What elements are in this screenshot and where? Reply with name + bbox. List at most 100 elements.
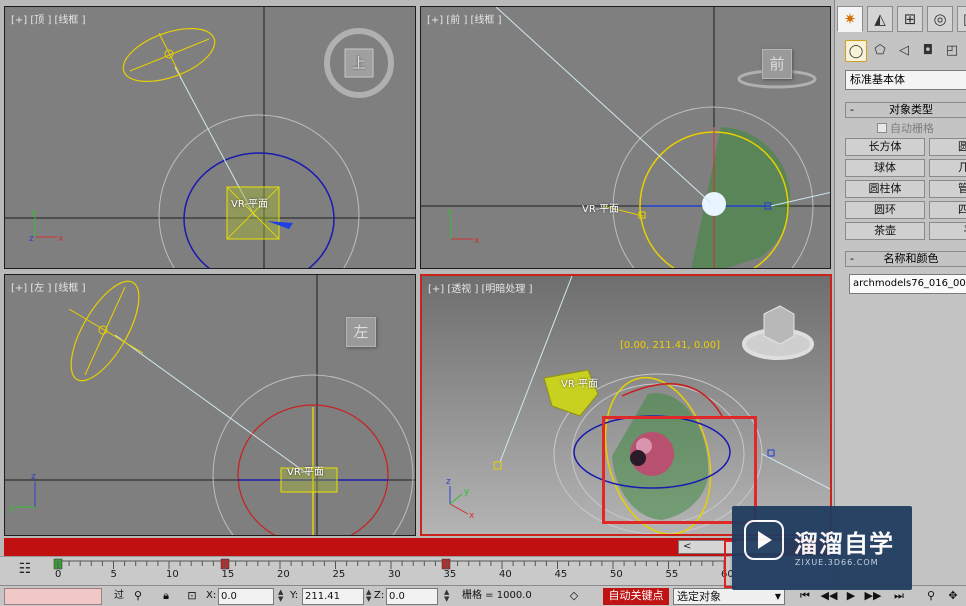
viewport-left[interactable]: z y [+] [左 ] [线框 ] VR-平面 左 [4, 274, 416, 536]
object-type-button[interactable]: 几何 [929, 159, 966, 177]
selection-set-dropdown[interactable]: 选定对象 ▼ [673, 588, 785, 605]
front-navcube[interactable]: 前 [762, 49, 792, 79]
svg-text:y: y [464, 487, 470, 497]
svg-text:z: z [446, 477, 451, 487]
selection-set-value: 选定对象 [677, 590, 721, 603]
left-navcube[interactable]: 左 [346, 317, 376, 347]
viewport-front[interactable]: z x [+] [前 ] [线框 ] VR-平面 前 [420, 6, 831, 269]
display-tab-icon[interactable]: ▣ [957, 6, 966, 32]
grid-size-readout: 栅格 = 1000.0 [462, 590, 532, 601]
command-panel: ✷ ◭ ⊞ ◎ ▣ ◯ ⬠ ◁ ◘ ◰ 标准基本体 - 对象类型 自动栅格 长方… [834, 0, 966, 585]
object-type-rollout-header[interactable]: - 对象类型 [845, 102, 966, 118]
go-to-start-icon[interactable]: ⏮ [796, 588, 814, 605]
viewport-perspective-label[interactable]: [+] [透视 ] [明暗处理 ] [428, 280, 533, 295]
trackbar-tick-label: 20 [277, 569, 290, 580]
shapes-icon[interactable]: ⬠ [869, 40, 891, 62]
trackbar-tick-label: 0 [55, 569, 62, 580]
object-type-title: 对象类型 [889, 103, 933, 116]
object-type-button[interactable]: 圆锥 [929, 138, 966, 156]
object-type-button[interactable]: 管状 [929, 180, 966, 198]
viewport-top-label[interactable]: [+] [顶 ] [线框 ] [11, 11, 86, 26]
name-color-rollout-header[interactable]: - 名称和颜色 [845, 251, 966, 267]
zoom-icon[interactable]: ⚲ [922, 588, 940, 605]
object-type-button[interactable]: 圆柱体 [845, 180, 925, 198]
watermark-title: 溜溜自学 [794, 530, 894, 558]
command-panel-tabs: ✷ ◭ ⊞ ◎ ▣ [837, 6, 966, 34]
trackbar-tick-label: 40 [499, 569, 512, 580]
trackbar-tick-label: 10 [166, 569, 179, 580]
top-navcube-label[interactable]: 上 [352, 53, 366, 73]
trackbar-tick-label: 35 [443, 569, 457, 580]
y-coord-label: Y: [290, 590, 299, 601]
viewport-left-label[interactable]: [+] [左 ] [线框 ] [11, 279, 86, 294]
perspective-object-label: VR-平面 [561, 379, 598, 390]
create-category-row: ◯ ⬠ ◁ ◘ ◰ [843, 40, 966, 64]
filter-label: 过 [114, 590, 124, 601]
play-icon[interactable]: ▶ [842, 588, 860, 605]
z-coord-spinner[interactable]: ▲ ▼ [444, 589, 451, 604]
viewport-front-label[interactable]: [+] [前 ] [线框 ] [427, 11, 502, 26]
viewport-perspective[interactable]: z x y [+] [透视 ] [明暗处理 ] [0.00, 211.41, 0… [420, 274, 832, 536]
trackbar-tick-label: 55 [665, 569, 679, 580]
viewport-top[interactable]: y z x [+] [顶 ] [线框 ] VR-平面 上 [4, 6, 416, 269]
pin-icon[interactable]: ⚲ [130, 588, 146, 605]
track-bar[interactable]: ☷ 0 5 10 15 20 25 30 35 40 45 50 55 60 [0, 556, 734, 586]
cameras-icon[interactable]: ◘ [917, 40, 939, 62]
autogrid-checkbox[interactable]: 自动栅格 [877, 120, 934, 136]
helpers-icon[interactable]: ◰ [941, 40, 963, 62]
object-type-button[interactable]: 四棱 [929, 201, 966, 219]
trackbar-tick-label: 30 [388, 569, 401, 580]
left-viewport-scene: z y [5, 275, 415, 535]
go-to-end-icon[interactable]: ⏭ [890, 588, 908, 605]
svg-text:z: z [29, 234, 34, 244]
svg-text:x: x [58, 234, 64, 244]
perspective-coord-readout: [0.00, 211.41, 0.00] [620, 340, 721, 351]
y-coord-field[interactable]: 211.41 [302, 588, 364, 605]
trackbar-tick-label: 45 [554, 569, 568, 580]
trackbar-tick-label: 50 [610, 569, 623, 580]
hierarchy-tab-icon[interactable]: ⊞ [897, 6, 923, 32]
key-mode-icon[interactable]: ◇ [566, 588, 582, 605]
z-coord-label: Z: [374, 590, 385, 601]
x-coord-spinner[interactable]: ▲ ▼ [278, 589, 285, 604]
create-tab-icon[interactable]: ✷ [837, 6, 863, 32]
play-icon [744, 520, 784, 560]
previous-frame-icon[interactable]: ◀◀ [820, 588, 838, 605]
lights-icon[interactable]: ◁ [893, 40, 915, 62]
autogrid-label: 自动栅格 [890, 122, 934, 135]
object-type-button[interactable]: 平 [929, 222, 966, 240]
object-type-button[interactable]: 球体 [845, 159, 925, 177]
x-coord-label: X: [206, 590, 217, 601]
top-object-label: VR-平面 [231, 199, 268, 210]
watermark-subtitle: ZIXUE.3D66.COM [795, 558, 879, 567]
max-application: y z x [+] [顶 ] [线框 ] VR-平面 上 z x [+] [前 … [0, 0, 966, 606]
motion-tab-icon[interactable]: ◎ [927, 6, 953, 32]
time-slider[interactable]: < [4, 538, 830, 556]
pan-icon[interactable]: ✥ [944, 588, 962, 605]
object-name-field[interactable]: archmodels76_016_003 [849, 274, 966, 294]
auto-key-button[interactable]: 自动关键点 [603, 588, 669, 605]
y-coord-spinner[interactable]: ▲ ▼ [366, 589, 373, 604]
z-coord-field[interactable]: 0.0 [386, 588, 438, 605]
primitive-type-dropdown[interactable]: 标准基本体 [845, 70, 966, 90]
svg-text:y: y [31, 208, 37, 218]
svg-text:x: x [469, 511, 475, 521]
watermark-logo: 溜溜自学 ZIXUE.3D66.COM [732, 506, 912, 590]
trackbar-tick-label: 15 [221, 569, 235, 580]
geometry-icon[interactable]: ◯ [845, 40, 867, 62]
object-type-button[interactable]: 长方体 [845, 138, 925, 156]
left-object-label: VR-平面 [287, 467, 324, 478]
object-type-button[interactable]: 圆环 [845, 201, 925, 219]
time-slider-prev-arrow[interactable]: < [683, 541, 691, 552]
object-type-button[interactable]: 茶壶 [845, 222, 925, 240]
lock-icon[interactable]: 🔒︎ [158, 588, 174, 605]
chevron-down-icon: ▼ [774, 592, 781, 601]
front-object-label: VR-平面 [582, 204, 619, 215]
name-color-title: 名称和颜色 [883, 252, 939, 265]
modify-tab-icon[interactable]: ◭ [867, 6, 893, 32]
x-coord-field[interactable]: 0.0 [218, 588, 274, 605]
transform-mode-icon[interactable]: ⊡ [184, 588, 200, 605]
next-frame-icon[interactable]: ▶▶ [864, 588, 882, 605]
left-navcube-label: 左 [353, 323, 369, 341]
front-navcube-label: 前 [769, 55, 785, 73]
